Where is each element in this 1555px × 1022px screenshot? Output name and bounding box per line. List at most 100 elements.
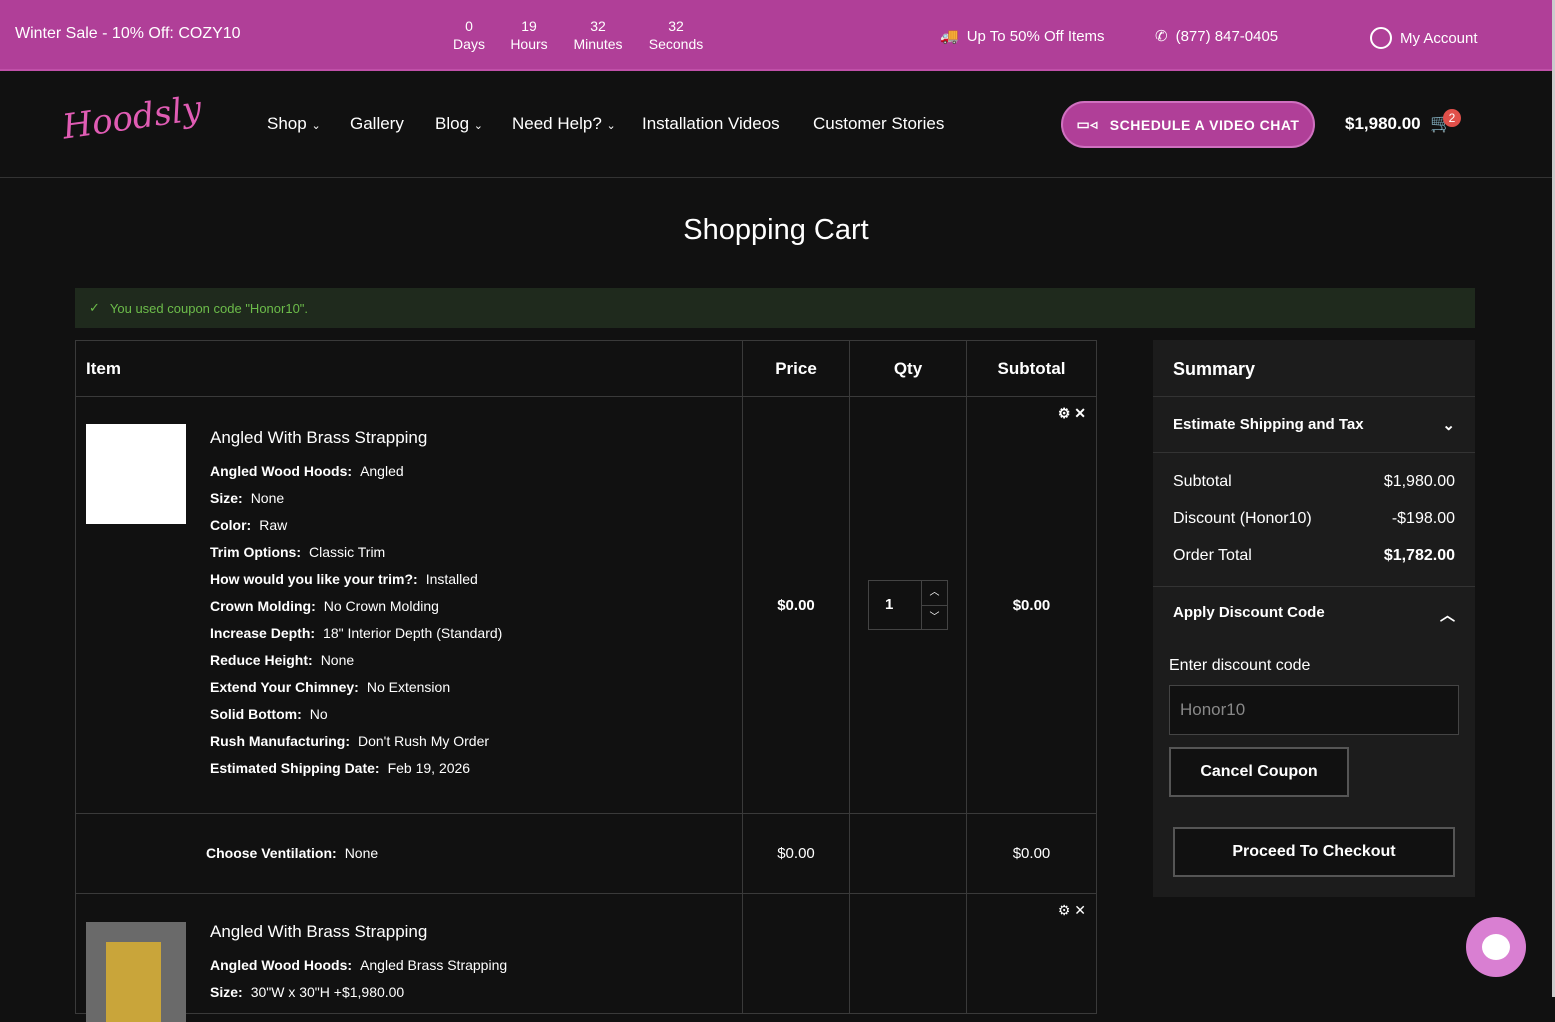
nav-customer-stories[interactable]: Customer Stories	[813, 114, 944, 134]
qty-up-icon[interactable]: ︿	[922, 581, 947, 606]
option-row: Color: Raw	[210, 512, 742, 539]
option-row: Estimated Shipping Date: Feb 19, 2026	[210, 755, 742, 782]
option-row: Reduce Height: None	[210, 647, 742, 674]
product-image[interactable]	[86, 424, 186, 524]
col-item: Item	[75, 340, 743, 397]
option-label: Estimated Shipping Date:	[210, 760, 380, 776]
check-icon: ✓	[89, 300, 100, 315]
countdown-days: 0 Days	[453, 18, 485, 52]
summary-order-total: Order Total $1,782.00	[1173, 547, 1455, 564]
option-label: Size:	[210, 490, 243, 506]
chevron-down-icon: ⌄	[473, 120, 483, 132]
option-value: No Crown Molding	[323, 598, 439, 614]
option-label: Color:	[210, 517, 252, 533]
chevron-up-icon: ︿	[1439, 607, 1455, 624]
option-value: Raw	[259, 517, 288, 533]
cart-total[interactable]: $1,980.00	[1345, 114, 1421, 134]
chat-button[interactable]	[1466, 917, 1526, 977]
nav-shop[interactable]: Shop ⌄	[267, 114, 321, 134]
close-icon[interactable]: ✕	[1074, 405, 1086, 421]
schedule-video-chat-button[interactable]: ▭◃ SCHEDULE A VIDEO CHAT	[1061, 101, 1315, 148]
option-value: 18" Interior Depth (Standard)	[323, 625, 503, 641]
vent-subtotal: $0.00	[966, 813, 1097, 894]
option-label: Trim Options:	[210, 544, 301, 560]
cart-table: Item Price Qty Subtotal Angled With Brass S…	[75, 340, 1097, 1022]
nav-need-help[interactable]: Need Help? ⌄	[512, 114, 616, 134]
truck-icon: 🚚	[940, 28, 959, 45]
option-value: None	[250, 490, 285, 506]
nav-installation-videos[interactable]: Installation Videos	[642, 114, 780, 134]
nav-gallery[interactable]: Gallery	[350, 114, 404, 134]
gear-icon[interactable]: ⚙	[1058, 902, 1071, 918]
qty-down-icon[interactable]: ﹀	[922, 606, 947, 630]
coupon-success-message: ✓ You used coupon code "Honor10".	[75, 288, 1475, 328]
col-price: Price	[742, 340, 850, 397]
option-value: Installed	[425, 571, 478, 587]
qty-stepper[interactable]: 1 ︿ ﹀	[868, 580, 948, 630]
vent-value: None	[344, 845, 379, 861]
chevron-down-icon: ⌄	[1442, 417, 1455, 434]
product-image[interactable]	[86, 922, 186, 1022]
option-row: Size: 30"W x 30"H +$1,980.00	[210, 979, 742, 1006]
qty-input[interactable]: 1	[869, 581, 921, 629]
account-link[interactable]: My Account	[1370, 27, 1478, 49]
option-label: Size:	[210, 984, 243, 1000]
sale-text: Winter Sale - 10% Off: COZY10	[15, 25, 241, 42]
cart-count-badge: 2	[1443, 109, 1461, 127]
option-label: Reduce Height:	[210, 652, 313, 668]
product-options: Angled Wood Hoods: Angled Size: None Color: R…	[210, 458, 742, 782]
option-row: Trim Options: Classic Trim	[210, 539, 742, 566]
gear-icon[interactable]: ⚙	[1058, 405, 1071, 421]
chat-bubble-icon	[1482, 934, 1510, 960]
option-label: How would you like your trim?:	[210, 571, 418, 587]
summary-discount: Discount (Honor10) -$198.00	[1173, 510, 1455, 527]
subtotal: $0.00	[1012, 596, 1051, 614]
countdown-hours: 19 Hours	[510, 18, 548, 52]
option-value: No Extension	[366, 679, 451, 695]
option-row: Rush Manufacturing: Don't Rush My Order	[210, 728, 742, 755]
summary-title: Summary	[1153, 340, 1475, 397]
price: $0.00	[742, 396, 850, 814]
option-row: Size: None	[210, 485, 742, 512]
discount-code-input[interactable]	[1169, 685, 1459, 735]
countdown-minutes: 32 Minutes	[573, 18, 623, 52]
close-icon[interactable]: ✕	[1074, 902, 1086, 918]
option-value: Angled Brass Strapping	[360, 957, 508, 973]
option-value: None	[320, 652, 355, 668]
user-icon	[1370, 27, 1392, 49]
option-value: 30"W x 30"H +$1,980.00	[250, 984, 405, 1000]
option-row: Crown Molding: No Crown Molding	[210, 593, 742, 620]
phone-icon: ✆	[1155, 28, 1168, 45]
product-name[interactable]: Angled With Brass Strapping	[210, 428, 742, 448]
option-label: Increase Depth:	[210, 625, 316, 641]
proceed-to-checkout-button[interactable]: Proceed To Checkout	[1173, 827, 1455, 877]
countdown-seconds: 32 Seconds	[648, 18, 704, 52]
option-value: Feb 19, 2026	[387, 760, 471, 776]
option-label: Extend Your Chimney:	[210, 679, 359, 695]
summary-panel: Summary Estimate Shipping and Tax ⌄ Subto…	[1153, 340, 1475, 897]
col-qty: Qty	[849, 340, 967, 397]
nav-blog[interactable]: Blog ⌄	[435, 114, 483, 134]
option-row: Angled Wood Hoods: Angled	[210, 458, 742, 485]
chevron-down-icon: ⌄	[606, 120, 616, 132]
video-camera-icon: ▭◃	[1076, 116, 1098, 132]
cancel-coupon-button[interactable]: Cancel Coupon	[1169, 747, 1349, 797]
option-value: Don't Rush My Order	[358, 733, 490, 749]
chevron-down-icon: ⌄	[311, 120, 321, 132]
promo-link[interactable]: 🚚 Up To 50% Off Items	[940, 27, 1105, 46]
option-label: Solid Bottom:	[210, 706, 302, 722]
vent-price: $0.00	[742, 813, 850, 894]
product-name[interactable]: Angled With Brass Strapping	[210, 922, 742, 942]
apply-discount-toggle[interactable]: Apply Discount Code ︿	[1153, 587, 1475, 642]
page-title: Shopping Cart	[683, 214, 869, 246]
product-options: Angled Wood Hoods: Angled Brass Strapping…	[210, 952, 742, 1006]
table-row: Choose Ventilation: None $0.00 $0.00	[75, 813, 1097, 894]
option-label: Rush Manufacturing:	[210, 733, 350, 749]
table-row: Angled With Brass Strapping Angled Wood …	[75, 396, 1097, 814]
estimate-shipping-toggle[interactable]: Estimate Shipping and Tax ⌄	[1153, 397, 1475, 453]
table-row: Angled With Brass Strapping Angled Wood …	[75, 893, 1097, 1022]
phone-link[interactable]: ✆ (877) 847-0405	[1155, 27, 1278, 46]
option-row: Solid Bottom: No	[210, 701, 742, 728]
summary-subtotal: Subtotal $1,980.00	[1173, 473, 1455, 490]
option-row: Angled Wood Hoods: Angled Brass Strapping	[210, 952, 742, 979]
